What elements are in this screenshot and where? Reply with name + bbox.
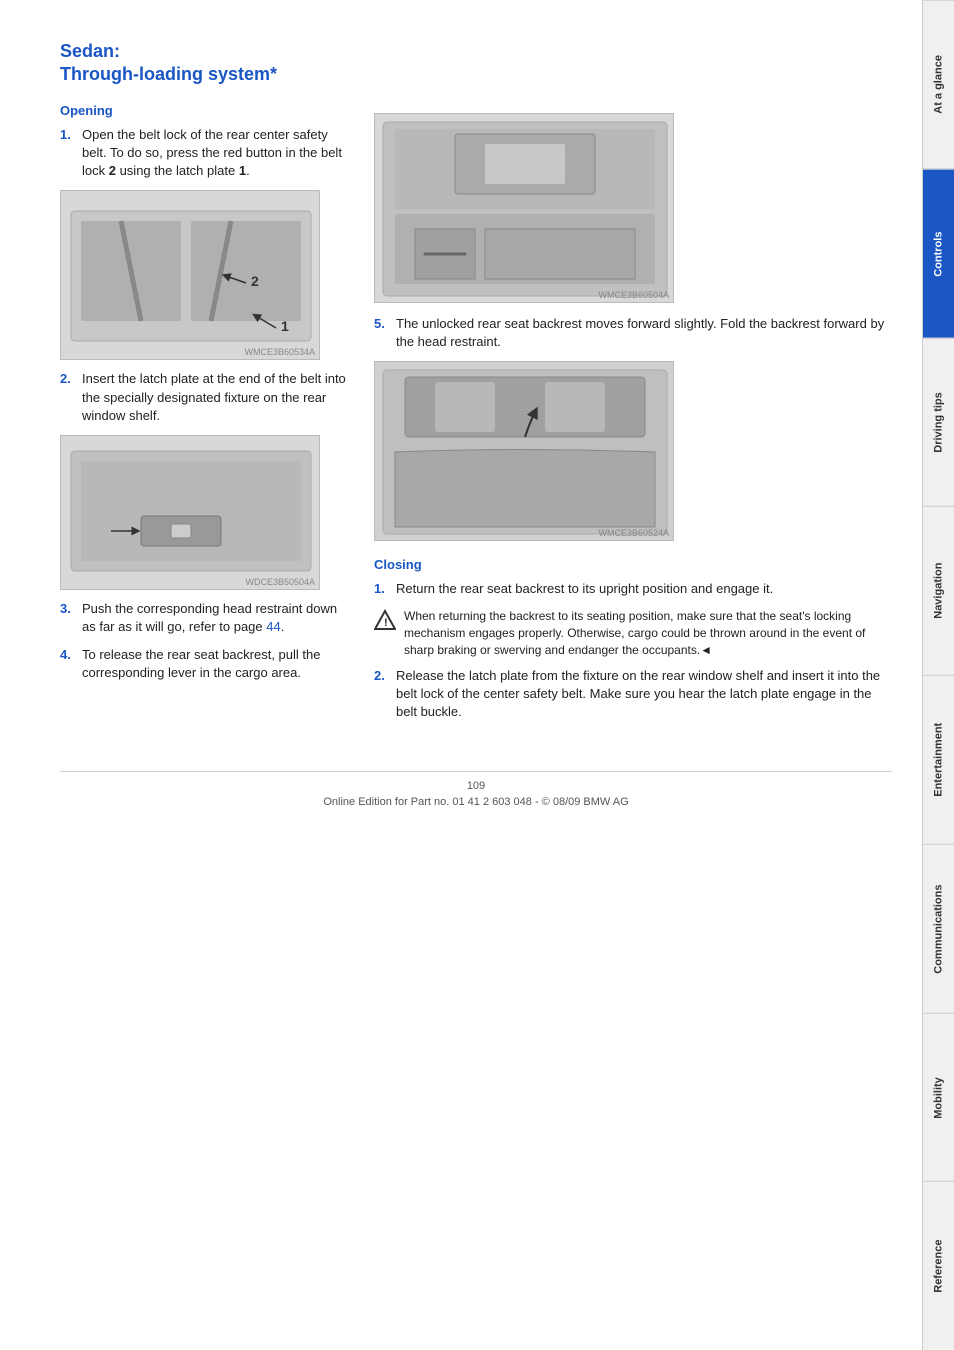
right-column: WMCE3B60504A 5. The unlocked rear seat b… <box>374 103 892 732</box>
warning-box: ! When returning the backrest to its sea… <box>374 608 892 658</box>
sidebar-tab-reference[interactable]: Reference <box>923 1181 954 1350</box>
title-line1: Sedan: <box>60 41 120 61</box>
closing-step-number-1: 1. <box>374 580 390 598</box>
closing-step-2: 2. Release the latch plate from the fixt… <box>374 667 892 722</box>
title-line2: Through-loading system* <box>60 64 277 84</box>
step-number-2: 2. <box>60 370 76 425</box>
footer-text: Online Edition for Part no. 01 41 2 603 … <box>60 796 892 808</box>
sidebar: At a glance Controls Driving tips Naviga… <box>922 0 954 1350</box>
sidebar-tab-controls[interactable]: Controls <box>923 169 954 338</box>
step-item: 1. Open the belt lock of the rear center… <box>60 126 350 181</box>
closing-steps-2: 2. Release the latch plate from the fixt… <box>374 667 892 722</box>
closing-title: Closing <box>374 557 892 572</box>
page-wrapper: Sedan: Through-loading system* Opening 1… <box>0 0 954 1350</box>
step-item-2: 2. Insert the latch plate at the end of … <box>60 370 350 425</box>
image-rear-shelf: WDCE3B50504A <box>60 435 320 590</box>
sidebar-tab-mobility[interactable]: Mobility <box>923 1013 954 1182</box>
page-title: Sedan: Through-loading system* <box>60 40 892 87</box>
step-number-4: 4. <box>60 646 76 682</box>
image-caption-4: WMCE3B60524A <box>598 528 669 538</box>
sidebar-tab-entertainment[interactable]: Entertainment <box>923 675 954 844</box>
svg-text:1: 1 <box>281 318 289 334</box>
closing-step-text-1: Return the rear seat backrest to its upr… <box>396 580 773 598</box>
closing-section: Closing 1. Return the rear seat backrest… <box>374 557 892 721</box>
image-backrest-fold: WMCE3B60524A <box>374 361 674 541</box>
page-footer: 109 Online Edition for Part no. 01 41 2 … <box>60 771 892 808</box>
belt-lock-svg: 2 1 <box>61 191 320 360</box>
opening-steps: 1. Open the belt lock of the rear center… <box>60 126 350 181</box>
closing-steps: 1. Return the rear seat backrest to its … <box>374 580 892 598</box>
closing-step-number-2: 2. <box>374 667 390 722</box>
svg-text:!: ! <box>384 617 388 629</box>
page-link-44[interactable]: 44 <box>266 619 280 634</box>
image-caption-2: WDCE3B50504A <box>245 577 315 587</box>
image-trunk-top: WMCE3B60504A <box>374 113 674 303</box>
step-item-3: 3. Push the corresponding head restraint… <box>60 600 350 636</box>
sidebar-tab-navigation[interactable]: Navigation <box>923 506 954 675</box>
opening-steps-2: 2. Insert the latch plate at the end of … <box>60 370 350 425</box>
rear-shelf-svg <box>61 436 320 590</box>
image-caption-1: WMCE3B60534A <box>244 347 315 357</box>
image-belt-lock: 2 1 WMCE3B60534A <box>60 190 320 360</box>
step-text-4: To release the rear seat backrest, pull … <box>82 646 350 682</box>
closing-step-1: 1. Return the rear seat backrest to its … <box>374 580 892 598</box>
opening-steps-34: 3. Push the corresponding head restraint… <box>60 600 350 683</box>
step-item-5: 5. The unlocked rear seat backrest moves… <box>374 315 892 351</box>
warning-icon: ! <box>374 609 396 631</box>
trunk-top-svg <box>375 114 674 303</box>
left-column: Opening 1. Open the belt lock of the rea… <box>60 103 350 732</box>
image-caption-3: WMCE3B60504A <box>598 290 669 300</box>
backrest-fold-svg <box>375 362 674 541</box>
sidebar-tab-driving-tips[interactable]: Driving tips <box>923 338 954 507</box>
closing-step-text-2: Release the latch plate from the fixture… <box>396 667 892 722</box>
step-item-4: 4. To release the rear seat backrest, pu… <box>60 646 350 682</box>
step-number: 1. <box>60 126 76 181</box>
step-number-3: 3. <box>60 600 76 636</box>
step-text-3: Push the corresponding head restraint do… <box>82 600 350 636</box>
main-content: Sedan: Through-loading system* Opening 1… <box>0 0 922 1350</box>
sidebar-tab-communications[interactable]: Communications <box>923 844 954 1013</box>
two-column-layout: Opening 1. Open the belt lock of the rea… <box>60 103 892 732</box>
step-number-5: 5. <box>374 315 390 351</box>
page-number: 109 <box>60 780 892 792</box>
sidebar-tab-at-a-glance[interactable]: At a glance <box>923 0 954 169</box>
svg-text:2: 2 <box>251 273 259 289</box>
opening-title: Opening <box>60 103 350 118</box>
warning-text: When returning the backrest to its seati… <box>404 608 892 658</box>
right-steps: 5. The unlocked rear seat backrest moves… <box>374 315 892 351</box>
step-text: Open the belt lock of the rear center sa… <box>82 126 350 181</box>
step-text-2: Insert the latch plate at the end of the… <box>82 370 350 425</box>
step-text-5: The unlocked rear seat backrest moves fo… <box>396 315 892 351</box>
